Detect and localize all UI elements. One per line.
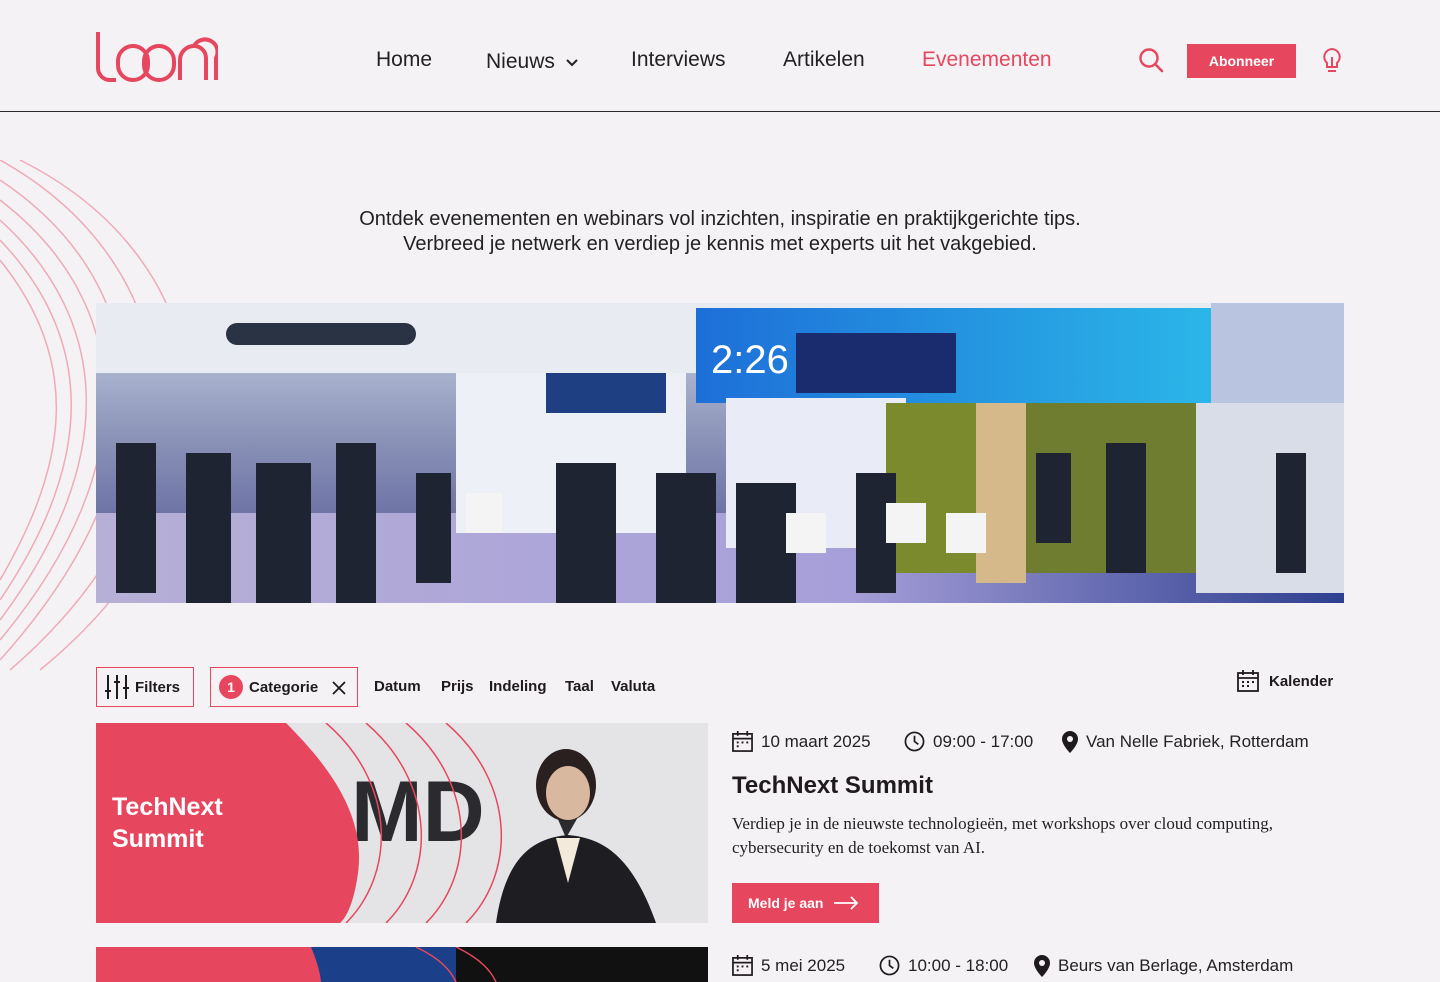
category-filter-chip[interactable]: 1 Categorie — [210, 667, 358, 707]
chevron-down-icon — [566, 59, 578, 67]
event-location: Van Nelle Fabriek, Rotterdam — [1062, 731, 1309, 753]
event-time: 09:00 - 17:00 — [904, 731, 1033, 752]
category-count-badge: 1 — [219, 675, 243, 699]
site-header: loom Home Nieuws Interviews Artikelen Ev… — [0, 0, 1440, 112]
map-pin-icon — [1062, 731, 1078, 753]
filters-button[interactable]: Filters — [96, 667, 194, 707]
filter-indeling[interactable]: Indeling — [489, 678, 547, 695]
event-date-text: 10 maart 2025 — [761, 731, 871, 751]
event-date: 10 maart 2025 — [732, 731, 871, 752]
calendar-icon — [1237, 670, 1259, 692]
filter-datum[interactable]: Datum — [374, 678, 421, 695]
filter-taal[interactable]: Taal — [565, 678, 594, 695]
intro-line-1: Ontdek evenementen en webinars vol inzic… — [359, 208, 1081, 230]
lightbulb-icon[interactable] — [1320, 46, 1344, 76]
intro-text: Ontdek evenementen en webinars vol inzic… — [0, 207, 1440, 257]
event-description: Verdiep je in de nieuwste technologieën,… — [732, 812, 1342, 860]
clock-icon — [904, 731, 925, 752]
calendar-icon — [732, 731, 753, 752]
event-time-text: 10:00 - 18:00 — [908, 955, 1009, 975]
event-image-title-line2: Summit — [112, 825, 204, 853]
calendar-icon — [732, 955, 753, 976]
subscribe-button[interactable]: Abonneer — [1187, 44, 1296, 78]
calendar-label: Kalender — [1269, 672, 1334, 690]
filters-label: Filters — [135, 678, 181, 696]
nav-item-home[interactable]: Home — [376, 46, 432, 74]
filter-valuta[interactable]: Valuta — [611, 678, 655, 695]
svg-text:2:26: 2:26 — [711, 338, 789, 382]
event-image[interactable] — [96, 947, 708, 982]
register-button[interactable]: Meld je aan — [732, 883, 879, 923]
hero-image: 2:26 — [96, 303, 1344, 603]
conference-photo: 2:26 — [96, 303, 1344, 603]
nav-item-nieuws-label: Nieuws — [486, 50, 555, 73]
search-icon[interactable] — [1138, 47, 1164, 73]
intro-line-2: Verbreed je netwerk en verdiep je kennis… — [403, 233, 1037, 255]
clock-icon — [879, 955, 900, 976]
event-image[interactable]: MD TechNext Summit — [96, 723, 708, 923]
nav-item-nieuws[interactable]: Nieuws — [486, 48, 579, 76]
close-icon[interactable] — [331, 680, 347, 696]
event-date: 5 mei 2025 — [732, 955, 845, 976]
event-description-line2: cybersecurity en de toekomst van AI. — [732, 838, 986, 857]
sliders-icon — [105, 675, 129, 699]
nav-item-evenementen[interactable]: Evenementen — [922, 46, 1052, 74]
nav-item-interviews[interactable]: Interviews — [631, 46, 726, 74]
event-location-text: Van Nelle Fabriek, Rotterdam — [1086, 732, 1309, 751]
event-image-title-line1: TechNext — [112, 793, 223, 821]
loom-logo[interactable]: loom — [96, 30, 218, 82]
arrow-right-icon — [834, 896, 859, 910]
calendar-toggle[interactable]: Kalender — [1237, 670, 1333, 692]
event-description-line1: Verdiep je in de nieuwste technologieën,… — [732, 814, 1274, 833]
event-photo — [96, 947, 708, 982]
event-date-text: 5 mei 2025 — [761, 955, 846, 975]
map-pin-icon — [1034, 955, 1050, 977]
event-title[interactable]: TechNext Summit — [732, 772, 933, 800]
category-label: Categorie — [249, 678, 319, 696]
filter-prijs[interactable]: Prijs — [441, 678, 474, 695]
event-location-text: Beurs van Berlage, Amsterdam — [1058, 956, 1294, 975]
register-button-label: Meld je aan — [748, 895, 824, 911]
event-time-text: 09:00 - 17:00 — [933, 731, 1034, 751]
nav-item-artikelen[interactable]: Artikelen — [783, 46, 865, 74]
event-time: 10:00 - 18:00 — [879, 955, 1008, 976]
event-location: Beurs van Berlage, Amsterdam — [1034, 955, 1293, 977]
svg-text:MD: MD — [351, 764, 485, 860]
